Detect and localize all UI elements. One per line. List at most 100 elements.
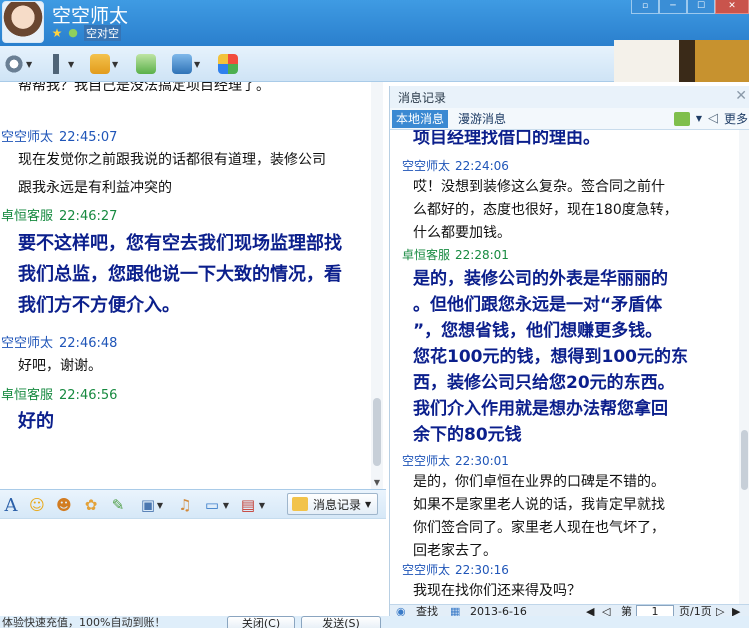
history-title-bar: 消息记录 ✕ [390,86,749,108]
manager-icon[interactable] [673,111,690,126]
chat-scrollbar[interactable]: ▼ [371,82,383,489]
date-picker[interactable]: 2013-6-16 [470,605,527,616]
chevron-down-icon[interactable]: ▼ [696,114,702,123]
page-suffix: 页/1页 [679,605,712,616]
chat-message-area[interactable]: 帮帮我？我自己是没法搞定项目经理了。 空空师太 22:45:07 现在发觉你之前跟… [0,82,386,489]
next-page-icon[interactable]: ▷ [716,605,724,616]
remote-desktop-icon [172,54,192,74]
apps-icon [218,54,238,74]
message-header: 卓恒客服 22:46:27 [1,205,117,224]
maximize-button[interactable]: ☐ [687,0,715,14]
message-line: 好吧，谢谢。 [18,358,102,374]
message-line: 好的 [18,411,54,432]
voice-call-button[interactable]: ▼ [46,53,74,75]
magic-emoji-icon[interactable]: ☻ [54,495,74,515]
message-sender: 卓恒客服 [1,388,54,403]
message-header: 空空师太 22:45:07 [1,126,117,145]
history-scrollbar[interactable] [739,130,749,604]
search-icon[interactable]: ◉ [396,605,406,616]
send-button[interactable]: 发送(S) [301,616,381,628]
page-number-input[interactable]: 1 [636,605,674,616]
clipped-message: 帮帮我？我自己是没法搞定项目经理了。 [18,82,270,94]
speaker-icon[interactable]: ◁ [708,111,718,126]
message-header: 空空师太 22:24:06 [402,157,509,174]
scrollbar-thumb[interactable] [741,430,748,490]
window-controls: ▫ ─ ☐ ✕ [631,0,749,14]
shake-icon[interactable]: ✿ [81,495,101,515]
message-sender: 空空师太 [402,454,451,468]
history-tools: ▼ ◁ 更多 [673,110,748,127]
chevron-down-icon[interactable]: ▼ [252,495,272,515]
last-page-icon[interactable]: ▶ [732,605,740,616]
contact-avatar[interactable] [2,1,44,43]
close-chat-button[interactable]: 关闭(C) [227,616,295,628]
ad-banner[interactable] [614,40,749,82]
message-line: 我现在找你们还来得及吗？ [413,583,581,599]
chevron-down-icon[interactable]: ▼ [150,495,170,515]
contact-name: 空空师太 [52,5,129,27]
close-icon[interactable]: ✕ [735,88,747,104]
message-header: 空空师太 22:30:01 [402,452,509,469]
message-header: 卓恒客服 22:46:56 [1,384,117,403]
find-button[interactable]: 查找 [416,605,438,616]
history-panel: 消息记录 ✕ 本地消息 漫游消息 ▼ ◁ 更多 项目经理找借口的理由。 空空师太… [389,86,749,616]
calendar-icon[interactable]: ▦ [450,605,460,616]
message-line: 西，装修公司只给您20元的东西。 [413,373,675,393]
page-prefix: 第 [621,605,632,616]
message-line: 我们方不方便介入。 [18,295,180,316]
add-friend-icon [136,54,156,74]
message-sender: 空空师太 [402,159,451,173]
message-text: 我现在找你们还来得及吗？ [413,580,723,603]
message-text: 好吧，谢谢。 [18,352,102,380]
chevron-down-icon[interactable]: ▼ [216,495,236,515]
bottom-bar: 体验快速充值，100%自动到账！ 关闭(C) 发送(S) [0,616,749,628]
message-text: 要不这样吧，您有空去我们现场监理部找 我们总监，您跟他说一下大致的情况，看 我们… [18,228,378,321]
message-sender: 卓恒客服 [1,209,54,224]
scrollbar-thumb[interactable] [373,398,381,466]
message-header: 空空师太 22:46:48 [1,332,117,351]
emoji-icon[interactable]: ☺ [27,495,47,515]
history-footer: ◉ 查找 ▦ 2013-6-16 ◀ ◁ 第 1 页/1页 ▷ ▶ [390,604,749,616]
message-line: 要不这样吧，您有空去我们现场监理部找 [18,233,342,254]
message-text: 好的 [18,406,378,437]
history-messages[interactable]: 项目经理找借口的理由。 空空师太 22:24:06 哎！没想到装修这么复杂。签合同… [390,130,737,604]
recharge-tip-link[interactable]: 体验快速充值，100%自动到账！ [2,616,165,628]
scroll-down-icon[interactable]: ▼ [371,478,383,487]
message-sender: 空空师太 [1,336,54,351]
message-sender: 空空师太 [1,130,54,145]
close-window-button[interactable]: ✕ [715,0,749,14]
minimize-button[interactable]: ─ [659,0,687,14]
message-line: 您花100元的钱，想得到100元的东 [413,347,688,367]
window-menu-button[interactable]: ▫ [631,0,659,14]
chevron-down-icon[interactable]: ▼ [26,60,32,69]
add-friend-button[interactable] [136,53,156,75]
video-call-button[interactable]: ▼ [4,53,32,75]
remote-desktop-button[interactable]: ▼ [172,53,200,75]
message-line: 么都好的，态度也很好，现在180度急转， [413,202,678,218]
more-button[interactable]: 更多 [724,110,748,127]
message-history-button[interactable]: 消息记录 ▼ [287,493,378,515]
message-time: 22:46:48 [59,336,118,351]
online-status-icon[interactable]: ● [66,26,80,40]
file-transfer-button[interactable]: ▼ [90,53,118,75]
message-line: 。但他们跟您永远是一对“矛盾体 [413,295,663,315]
history-icon [292,497,308,511]
first-page-icon[interactable]: ◀ [586,605,594,616]
star-icon[interactable]: ★ [50,26,64,40]
music-icon[interactable]: ♫ [175,495,195,515]
font-icon[interactable]: A [1,495,21,516]
chevron-down-icon[interactable]: ▼ [365,500,371,509]
prev-page-icon[interactable]: ◁ [602,605,610,616]
doodle-icon[interactable]: ✎ [108,495,128,515]
tab-roaming-messages[interactable]: 漫游消息 [454,110,510,128]
message-line: 我们介入作用就是想办法帮您拿回 [413,399,668,419]
message-time: 22:45:07 [59,130,118,145]
chevron-down-icon[interactable]: ▼ [112,60,118,69]
message-time: 22:46:27 [59,209,118,224]
apps-button[interactable] [218,53,238,75]
message-header: 空空师太 22:30:16 [402,561,509,578]
chevron-down-icon[interactable]: ▼ [194,60,200,69]
chevron-down-icon[interactable]: ▼ [68,60,74,69]
tab-local-messages[interactable]: 本地消息 [392,110,449,128]
message-input[interactable] [0,519,386,616]
